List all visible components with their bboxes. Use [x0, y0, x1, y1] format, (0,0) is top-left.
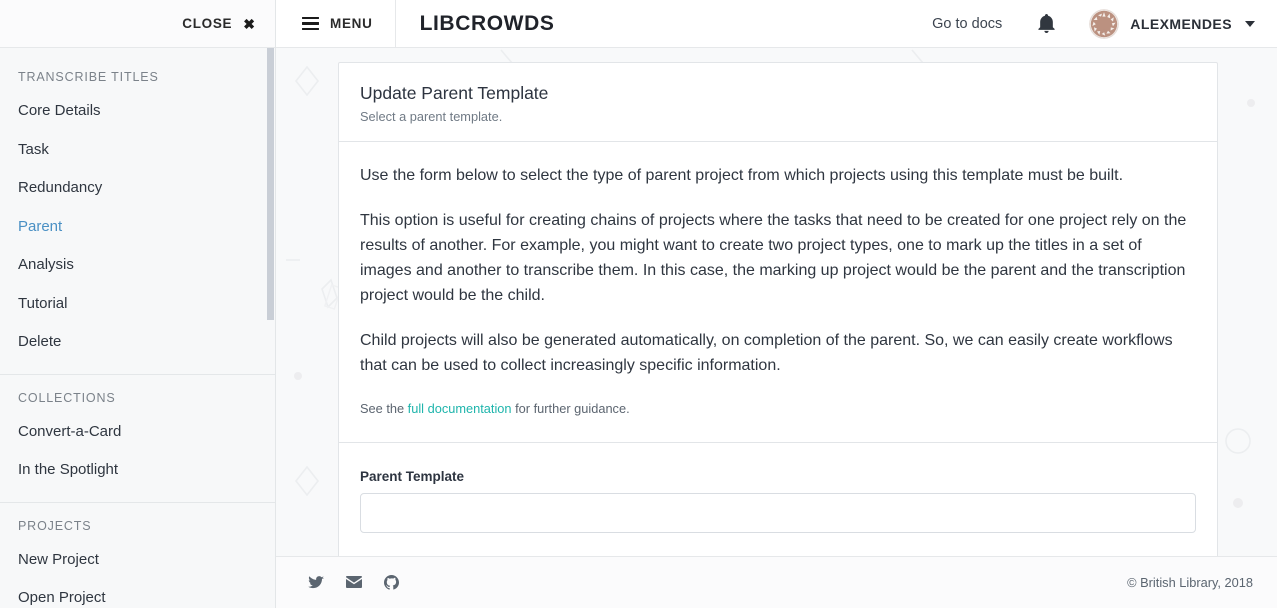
user-menu[interactable]: ALEXMENDES	[1089, 8, 1255, 39]
sidebar-item-core-details[interactable]: Core Details	[0, 92, 275, 131]
notification-bell-icon	[1038, 14, 1055, 33]
sidebar-item-delete[interactable]: Delete	[0, 323, 275, 362]
chevron-down-icon	[1245, 20, 1255, 27]
sidebar-item-redundancy[interactable]: Redundancy	[0, 169, 275, 208]
sidebar-item-new-project[interactable]: New Project	[0, 541, 275, 580]
menu-button[interactable]: MENU	[276, 0, 396, 48]
top-navbar: MENU LIBCROWDS Go to docs ALEXMENDES	[276, 0, 1277, 48]
card-subtitle: Select a parent template.	[360, 108, 503, 124]
see-prefix-text: See the	[360, 400, 408, 416]
sidebar-item-task[interactable]: Task	[0, 131, 275, 170]
sidebar-divider-2	[0, 501, 275, 503]
sidebar-nav: TRANSCRIBE TITLES Core Details Task Redu…	[0, 48, 275, 608]
twitter-icon	[308, 575, 324, 588]
navbar-right: Go to docs ALEXMENDES	[932, 8, 1277, 39]
hamburger-icon	[302, 16, 319, 31]
sidebar: CLOSE ✖ TRANSCRIBE TITLES Core Details T…	[0, 0, 276, 608]
menu-label: MENU	[330, 16, 373, 31]
username-label: ALEXMENDES	[1130, 15, 1232, 32]
sidebar-scrollbar[interactable]	[266, 48, 275, 608]
sidebar-divider	[0, 373, 275, 375]
sidebar-topbar: CLOSE ✖	[0, 0, 275, 48]
see-suffix-text: for further guidance.	[511, 400, 630, 416]
card-body: Use the form below to select the type of…	[339, 142, 1217, 443]
notification-bell-button[interactable]	[1038, 14, 1055, 33]
nav-section-title-transcribe-titles: TRANSCRIBE TITLES	[18, 70, 159, 84]
description-paragraph-2: This option is useful for creating chain…	[360, 211, 1187, 304]
user-avatar	[1089, 8, 1120, 39]
sidebar-item-in-the-spotlight[interactable]: In the Spotlight	[0, 451, 275, 490]
see-documentation-line: See the full documentation for further g…	[360, 401, 1196, 416]
github-link[interactable]	[384, 575, 399, 590]
page-title: Update Parent Template	[360, 83, 549, 103]
twitter-link[interactable]	[308, 575, 324, 590]
social-links	[308, 575, 399, 590]
sidebar-item-tutorial[interactable]: Tutorial	[0, 285, 275, 324]
parent-template-label: Parent Template	[360, 468, 465, 484]
nav-section-title-projects: PROJECTS	[18, 518, 92, 533]
sidebar-item-analysis[interactable]: Analysis	[0, 246, 275, 285]
sidebar-item-parent[interactable]: Parent	[0, 208, 275, 247]
brand-logo[interactable]: LIBCROWDS	[396, 12, 555, 36]
app-root: CLOSE ✖ TRANSCRIBE TITLES Core Details T…	[0, 0, 1277, 608]
page-footer: © British Library, 2018	[276, 556, 1277, 608]
card-header: Update Parent Template Select a parent t…	[339, 63, 1217, 142]
description-paragraph-1: Use the form below to select the type of…	[360, 166, 1124, 184]
github-icon	[384, 575, 399, 590]
close-x-icon: ✖	[243, 15, 255, 32]
parent-template-form: Parent Template	[339, 443, 1217, 563]
main-area: MENU LIBCROWDS Go to docs ALEXMENDES Upd…	[276, 0, 1277, 608]
email-icon	[346, 576, 362, 588]
update-parent-template-card: Update Parent Template Select a parent t…	[338, 62, 1218, 564]
description-paragraph-3: Child projects will also be generated au…	[360, 331, 1173, 374]
go-to-docs-link[interactable]: Go to docs	[932, 16, 1002, 32]
full-documentation-link[interactable]: full documentation	[408, 401, 512, 416]
copyright-text: © British Library, 2018	[1127, 575, 1253, 590]
nav-section-title-collections: COLLECTIONS	[18, 390, 116, 405]
sidebar-item-open-project[interactable]: Open Project	[0, 579, 275, 608]
close-label: CLOSE	[182, 16, 233, 31]
sidebar-scrollbar-thumb[interactable]	[267, 48, 274, 320]
parent-template-select[interactable]	[360, 492, 1196, 533]
sidebar-item-convert-a-card[interactable]: Convert-a-Card	[0, 413, 275, 452]
email-link[interactable]	[346, 576, 362, 589]
close-sidebar-button[interactable]: CLOSE ✖	[182, 16, 255, 31]
